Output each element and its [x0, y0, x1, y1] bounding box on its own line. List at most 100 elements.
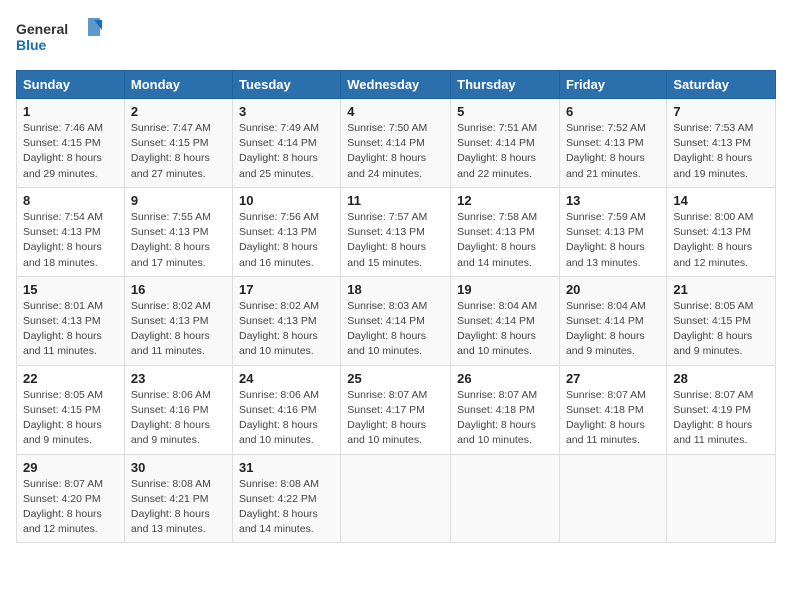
day-info: Sunrise: 7:46 AMSunset: 4:15 PMDaylight:… [23, 121, 118, 182]
day-cell: 27 Sunrise: 8:07 AMSunset: 4:18 PMDayligh… [559, 365, 666, 454]
day-cell: 19Sunrise: 8:04 AMSunset: 4:14 PMDayligh… [451, 276, 560, 365]
day-info: Sunrise: 8:02 AMSunset: 4:13 PMDaylight:… [131, 299, 226, 360]
day-cell: 13Sunrise: 7:59 AMSunset: 4:13 PMDayligh… [559, 187, 666, 276]
day-cell: 11 Sunrise: 7:57 AMSunset: 4:13 PMDayligh… [341, 187, 451, 276]
day-cell [559, 454, 666, 543]
day-number: 11 [347, 193, 444, 208]
day-number: 2 [131, 104, 226, 119]
day-info: Sunrise: 7:52 AMSunset: 4:13 PMDaylight:… [566, 121, 660, 182]
day-number: 22 [23, 371, 118, 386]
day-info: Sunrise: 8:01 AMSunset: 4:13 PMDaylight:… [23, 299, 118, 360]
day-info: Sunrise: 7:53 AMSunset: 4:13 PMDaylight:… [673, 121, 769, 182]
day-cell: 21Sunrise: 8:05 AMSunset: 4:15 PMDayligh… [667, 276, 776, 365]
day-info: Sunrise: 8:07 AMSunset: 4:20 PMDaylight:… [23, 477, 118, 538]
week-row-2: 15Sunrise: 8:01 AMSunset: 4:13 PMDayligh… [17, 276, 776, 365]
day-number: 24 [239, 371, 334, 386]
day-info: Sunrise: 7:50 AMSunset: 4:14 PMDaylight:… [347, 121, 444, 182]
day-info: Sunrise: 7:55 AMSunset: 4:13 PMDaylight:… [131, 210, 226, 271]
day-info: Sunrise: 8:02 AMSunset: 4:13 PMDaylight:… [239, 299, 334, 360]
header-saturday: Saturday [667, 71, 776, 99]
header-friday: Friday [559, 71, 666, 99]
day-cell: 6 Sunrise: 7:52 AMSunset: 4:13 PMDaylight… [559, 99, 666, 188]
day-number: 9 [131, 193, 226, 208]
day-cell: 26 Sunrise: 8:07 AMSunset: 4:18 PMDayligh… [451, 365, 560, 454]
day-info: Sunrise: 7:58 AMSunset: 4:13 PMDaylight:… [457, 210, 553, 271]
day-cell [341, 454, 451, 543]
day-info: Sunrise: 7:47 AMSunset: 4:15 PMDaylight:… [131, 121, 226, 182]
day-number: 1 [23, 104, 118, 119]
day-number: 27 [566, 371, 660, 386]
header-row: SundayMondayTuesdayWednesdayThursdayFrid… [17, 71, 776, 99]
logo: General Blue [16, 16, 106, 60]
week-row-4: 29 Sunrise: 8:07 AMSunset: 4:20 PMDayligh… [17, 454, 776, 543]
day-info: Sunrise: 8:08 AMSunset: 4:22 PMDaylight:… [239, 477, 334, 538]
day-number: 18 [347, 282, 444, 297]
day-cell: 9 Sunrise: 7:55 AMSunset: 4:13 PMDaylight… [124, 187, 232, 276]
day-info: Sunrise: 7:54 AMSunset: 4:13 PMDaylight:… [23, 210, 118, 271]
day-cell: 2 Sunrise: 7:47 AMSunset: 4:15 PMDaylight… [124, 99, 232, 188]
header-tuesday: Tuesday [232, 71, 340, 99]
day-number: 17 [239, 282, 334, 297]
day-cell: 30 Sunrise: 8:08 AMSunset: 4:21 PMDayligh… [124, 454, 232, 543]
day-number: 28 [673, 371, 769, 386]
logo-svg: General Blue [16, 16, 106, 60]
day-info: Sunrise: 7:56 AMSunset: 4:13 PMDaylight:… [239, 210, 334, 271]
day-cell: 14 Sunrise: 8:00 AMSunset: 4:13 PMDayligh… [667, 187, 776, 276]
week-row-3: 22 Sunrise: 8:05 AMSunset: 4:15 PMDayligh… [17, 365, 776, 454]
header-thursday: Thursday [451, 71, 560, 99]
day-info: Sunrise: 8:07 AMSunset: 4:18 PMDaylight:… [457, 388, 553, 449]
day-cell: 18 Sunrise: 8:03 AMSunset: 4:14 PMDayligh… [341, 276, 451, 365]
day-info: Sunrise: 8:07 AMSunset: 4:18 PMDaylight:… [566, 388, 660, 449]
day-info: Sunrise: 8:06 AMSunset: 4:16 PMDaylight:… [131, 388, 226, 449]
header: General Blue [16, 16, 776, 60]
day-cell: 24 Sunrise: 8:06 AMSunset: 4:16 PMDayligh… [232, 365, 340, 454]
header-monday: Monday [124, 71, 232, 99]
day-info: Sunrise: 7:59 AMSunset: 4:13 PMDaylight:… [566, 210, 660, 271]
day-info: Sunrise: 8:00 AMSunset: 4:13 PMDaylight:… [673, 210, 769, 271]
day-info: Sunrise: 8:07 AMSunset: 4:19 PMDaylight:… [673, 388, 769, 449]
calendar-table: SundayMondayTuesdayWednesdayThursdayFrid… [16, 70, 776, 543]
day-cell: 28 Sunrise: 8:07 AMSunset: 4:19 PMDayligh… [667, 365, 776, 454]
day-number: 30 [131, 460, 226, 475]
day-number: 6 [566, 104, 660, 119]
svg-text:General: General [16, 21, 68, 37]
day-number: 31 [239, 460, 334, 475]
day-number: 3 [239, 104, 334, 119]
day-cell: 4 Sunrise: 7:50 AMSunset: 4:14 PMDaylight… [341, 99, 451, 188]
day-info: Sunrise: 8:05 AMSunset: 4:15 PMDaylight:… [23, 388, 118, 449]
day-info: Sunrise: 7:57 AMSunset: 4:13 PMDaylight:… [347, 210, 444, 271]
header-wednesday: Wednesday [341, 71, 451, 99]
day-cell: 8 Sunrise: 7:54 AMSunset: 4:13 PMDaylight… [17, 187, 125, 276]
day-number: 12 [457, 193, 553, 208]
day-number: 10 [239, 193, 334, 208]
week-row-1: 8 Sunrise: 7:54 AMSunset: 4:13 PMDaylight… [17, 187, 776, 276]
day-number: 29 [23, 460, 118, 475]
day-cell: 16 Sunrise: 8:02 AMSunset: 4:13 PMDayligh… [124, 276, 232, 365]
day-cell: 20 Sunrise: 8:04 AMSunset: 4:14 PMDayligh… [559, 276, 666, 365]
day-cell: 10 Sunrise: 7:56 AMSunset: 4:13 PMDayligh… [232, 187, 340, 276]
day-number: 5 [457, 104, 553, 119]
day-cell: 5 Sunrise: 7:51 AMSunset: 4:14 PMDaylight… [451, 99, 560, 188]
day-number: 14 [673, 193, 769, 208]
day-number: 4 [347, 104, 444, 119]
day-info: Sunrise: 7:51 AMSunset: 4:14 PMDaylight:… [457, 121, 553, 182]
day-cell: 17 Sunrise: 8:02 AMSunset: 4:13 PMDayligh… [232, 276, 340, 365]
day-number: 19 [457, 282, 553, 297]
day-info: Sunrise: 7:49 AMSunset: 4:14 PMDaylight:… [239, 121, 334, 182]
day-info: Sunrise: 8:03 AMSunset: 4:14 PMDaylight:… [347, 299, 444, 360]
day-cell [667, 454, 776, 543]
day-cell: 22 Sunrise: 8:05 AMSunset: 4:15 PMDayligh… [17, 365, 125, 454]
week-row-0: 1 Sunrise: 7:46 AMSunset: 4:15 PMDaylight… [17, 99, 776, 188]
day-cell: 29 Sunrise: 8:07 AMSunset: 4:20 PMDayligh… [17, 454, 125, 543]
day-number: 26 [457, 371, 553, 386]
day-info: Sunrise: 8:06 AMSunset: 4:16 PMDaylight:… [239, 388, 334, 449]
day-cell: 23Sunrise: 8:06 AMSunset: 4:16 PMDayligh… [124, 365, 232, 454]
day-info: Sunrise: 8:08 AMSunset: 4:21 PMDaylight:… [131, 477, 226, 538]
day-number: 16 [131, 282, 226, 297]
day-number: 7 [673, 104, 769, 119]
day-cell: 7 Sunrise: 7:53 AMSunset: 4:13 PMDaylight… [667, 99, 776, 188]
day-info: Sunrise: 8:04 AMSunset: 4:14 PMDaylight:… [566, 299, 660, 360]
day-cell: 15Sunrise: 8:01 AMSunset: 4:13 PMDayligh… [17, 276, 125, 365]
day-number: 8 [23, 193, 118, 208]
day-number: 20 [566, 282, 660, 297]
